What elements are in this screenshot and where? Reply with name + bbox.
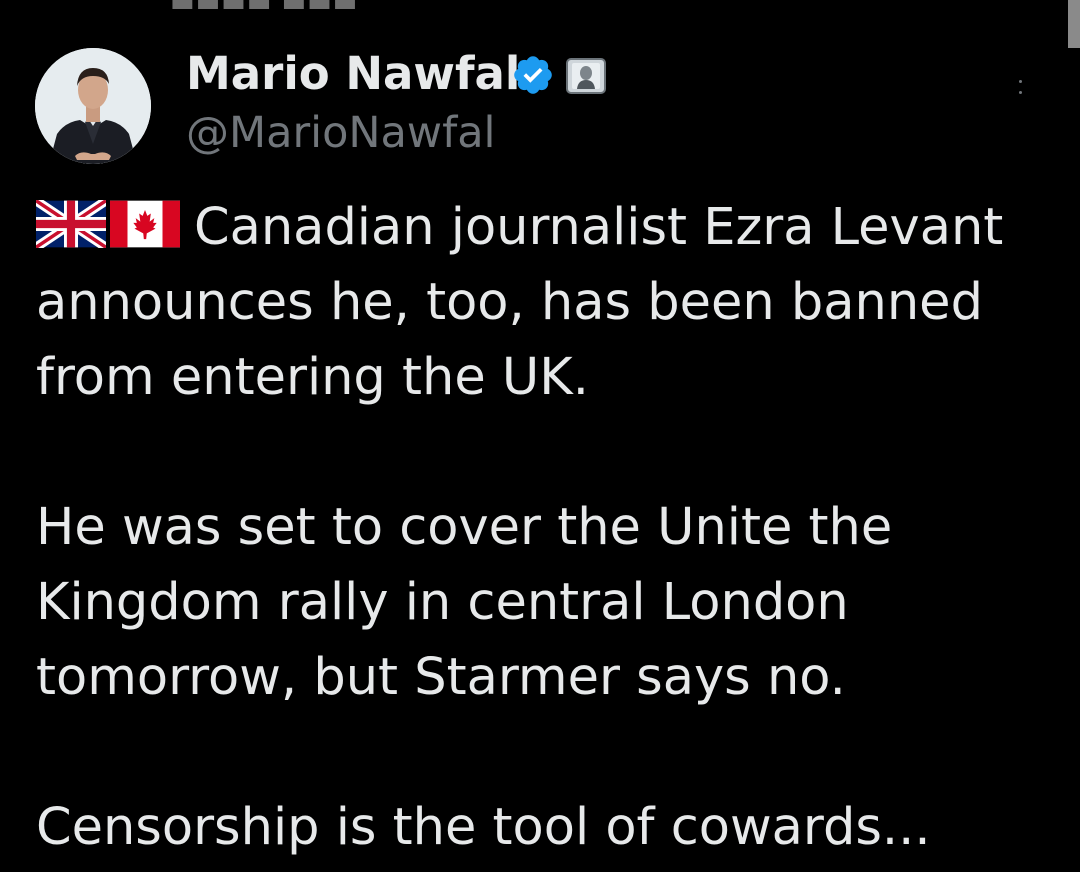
scrollbar-thumb[interactable] bbox=[1068, 0, 1080, 48]
uk-flag-icon bbox=[36, 200, 106, 248]
author-display-name[interactable]: Mario Nawfal bbox=[186, 44, 520, 104]
more-options-icon[interactable] bbox=[1017, 80, 1023, 94]
canada-flag-icon bbox=[110, 200, 180, 248]
tweet-paragraph-2: He was set to cover the Unite the Kingdo… bbox=[36, 498, 893, 707]
tweet-paragraph-1: Canadian journalist Ezra Levant announce… bbox=[36, 198, 1004, 407]
tweet-text: Canadian journalist Ezra Levant announce… bbox=[36, 190, 1036, 865]
avatar[interactable] bbox=[35, 48, 151, 164]
tweet-screen: ▬▬▬▬ ▬▬▬ Mario Nawfal @MarioNawfal Canad… bbox=[0, 0, 1080, 872]
avatar-photo-icon bbox=[35, 48, 151, 164]
verified-badge-icon[interactable] bbox=[511, 53, 555, 97]
author-handle[interactable]: @MarioNawfal bbox=[186, 103, 496, 163]
tweet-paragraph: Canadian journalist Ezra Levant announce… bbox=[36, 190, 1036, 415]
previous-tweet-cutoff: ▬▬▬▬ ▬▬▬ bbox=[170, 0, 359, 18]
affiliate-badge-icon[interactable] bbox=[566, 58, 606, 94]
tweet-paragraph-3: Censorship is the tool of cowards... bbox=[36, 798, 931, 857]
